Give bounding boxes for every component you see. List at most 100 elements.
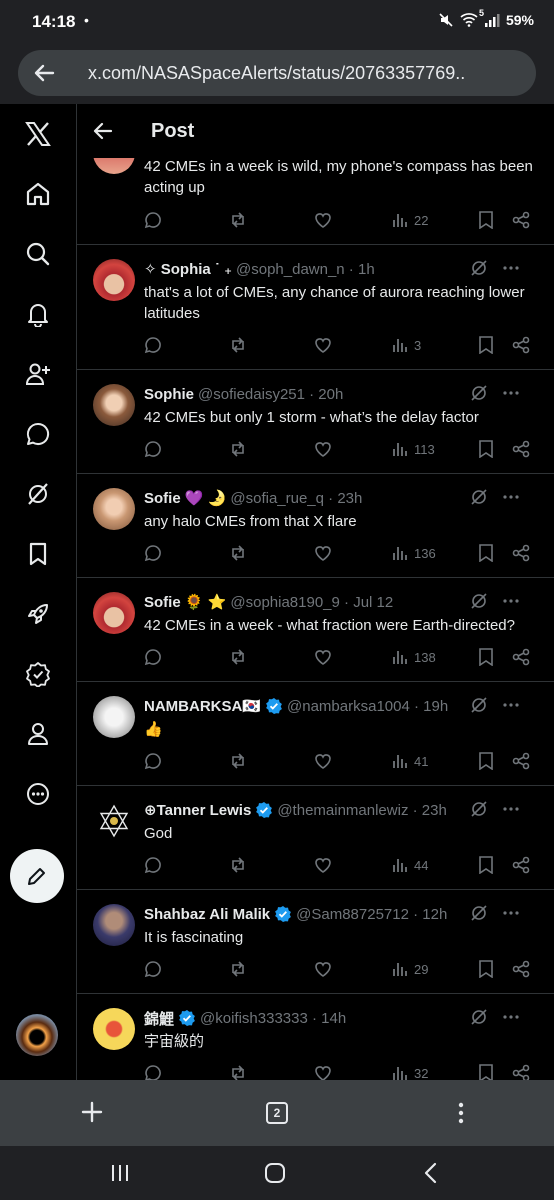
grok-icon[interactable] (470, 488, 488, 506)
home-icon[interactable] (18, 174, 58, 214)
author-name[interactable]: 錦鯉 (144, 1008, 174, 1029)
reply-avatar[interactable] (93, 592, 135, 634)
bookmark-button[interactable] (478, 960, 512, 978)
reply-item[interactable]: Sofie 💜 🌛 @sofia_rue_q · 23h any halo CM… (77, 474, 554, 578)
reply-item[interactable]: 錦鯉 @koifish333333 · 14h 宇宙級的 32 (77, 994, 554, 1080)
more-dots-icon[interactable] (502, 1008, 520, 1026)
reply-item[interactable]: Shahbaz Ali Malik @Sam88725712 · 12h It … (77, 890, 554, 994)
share-button[interactable] (512, 856, 530, 874)
more-dots-icon[interactable] (502, 488, 520, 506)
like-button[interactable] (314, 648, 392, 666)
reply-avatar[interactable] (93, 259, 135, 301)
views-button[interactable]: 138 (392, 649, 478, 665)
views-button[interactable]: 44 (392, 857, 478, 873)
bookmark-button[interactable] (478, 336, 512, 354)
notifications-bell-icon[interactable] (18, 294, 58, 334)
author-name[interactable]: Sofie 💜 🌛 (144, 489, 226, 507)
share-button[interactable] (512, 752, 530, 770)
reply-avatar[interactable] (93, 488, 135, 530)
reply-avatar[interactable] (93, 384, 135, 426)
bookmark-button[interactable] (478, 1064, 512, 1080)
views-button[interactable]: 29 (392, 961, 478, 977)
repost-button[interactable] (229, 440, 314, 458)
grok-icon[interactable] (470, 259, 488, 277)
grok-icon[interactable] (470, 800, 488, 818)
follow-people-icon[interactable] (18, 354, 58, 394)
system-back-icon[interactable] (422, 1162, 438, 1184)
views-button[interactable]: 136 (392, 545, 478, 561)
profile-icon[interactable] (18, 714, 58, 754)
grok-icon[interactable] (18, 474, 58, 514)
repost-button[interactable] (229, 856, 314, 874)
address-bar[interactable]: x.com/NASASpaceAlerts/status/20763357769… (18, 50, 536, 96)
grok-icon[interactable] (470, 904, 488, 922)
rocket-icon[interactable] (18, 594, 58, 634)
repost-button[interactable] (229, 211, 314, 229)
reply-button[interactable] (144, 752, 229, 770)
reply-item[interactable]: NAMBARKSA🇰🇷 @nambarksa1004 · 19h 👍 41 (77, 682, 554, 786)
views-button[interactable]: 3 (392, 337, 478, 353)
like-button[interactable] (314, 1064, 392, 1080)
home-button-icon[interactable] (264, 1162, 286, 1184)
like-button[interactable] (314, 211, 392, 229)
repost-button[interactable] (229, 648, 314, 666)
reply-button[interactable] (144, 440, 229, 458)
tab-switcher-button[interactable]: 2 (266, 1102, 288, 1124)
author-name[interactable]: ✧ Sophia ˙ ₊ (144, 260, 232, 278)
author-name[interactable]: ⊕Tanner Lewis (144, 801, 251, 819)
like-button[interactable] (314, 960, 392, 978)
reply-button[interactable] (144, 211, 229, 229)
share-button[interactable] (512, 440, 530, 458)
bookmarks-icon[interactable] (18, 534, 58, 574)
views-button[interactable]: 22 (392, 212, 478, 228)
repost-button[interactable] (229, 960, 314, 978)
views-button[interactable]: 41 (392, 753, 478, 769)
repost-button[interactable] (229, 1064, 314, 1080)
grok-icon[interactable] (470, 384, 488, 402)
share-button[interactable] (512, 960, 530, 978)
grok-icon[interactable] (470, 696, 488, 714)
bookmark-button[interactable] (478, 856, 512, 874)
more-dots-icon[interactable] (502, 904, 520, 922)
reply-avatar[interactable] (93, 696, 135, 738)
more-dots-icon[interactable] (502, 384, 520, 402)
verified-orgs-icon[interactable] (18, 654, 58, 694)
reply-button[interactable] (144, 544, 229, 562)
share-button[interactable] (512, 648, 530, 666)
reply-item[interactable]: 42 CMEs in a week is wild, my phone's co… (77, 158, 554, 245)
bookmark-button[interactable] (478, 544, 512, 562)
more-dots-icon[interactable] (502, 592, 520, 610)
bookmark-button[interactable] (478, 752, 512, 770)
views-button[interactable]: 32 (392, 1065, 478, 1080)
browser-back-button[interactable] (18, 62, 70, 84)
post-back-button[interactable] (77, 121, 129, 141)
author-name[interactable]: Shahbaz Ali Malik (144, 906, 270, 923)
compose-post-button[interactable] (10, 849, 64, 903)
x-logo-icon[interactable] (18, 114, 58, 154)
share-button[interactable] (512, 544, 530, 562)
reply-item[interactable]: ⊕Tanner Lewis @themainmanlewiz · 23h God… (77, 786, 554, 890)
grok-icon[interactable] (470, 1008, 488, 1026)
search-icon[interactable] (18, 234, 58, 274)
reply-button[interactable] (144, 856, 229, 874)
like-button[interactable] (314, 856, 392, 874)
author-name[interactable]: NAMBARKSA🇰🇷 (144, 697, 261, 715)
reply-button[interactable] (144, 648, 229, 666)
like-button[interactable] (314, 544, 392, 562)
more-dots-icon[interactable] (502, 696, 520, 714)
recent-apps-icon[interactable] (110, 1164, 130, 1182)
reply-avatar[interactable] (93, 158, 135, 174)
like-button[interactable] (314, 440, 392, 458)
grok-icon[interactable] (470, 592, 488, 610)
account-avatar[interactable] (16, 1014, 58, 1056)
reply-button[interactable] (144, 1064, 229, 1080)
like-button[interactable] (314, 752, 392, 770)
browser-menu-button[interactable] (456, 1102, 466, 1129)
reply-avatar[interactable] (93, 800, 135, 842)
reply-button[interactable] (144, 960, 229, 978)
repost-button[interactable] (229, 752, 314, 770)
share-button[interactable] (512, 211, 530, 229)
bookmark-button[interactable] (478, 211, 512, 229)
share-button[interactable] (512, 1064, 530, 1080)
views-button[interactable]: 113 (392, 441, 478, 457)
